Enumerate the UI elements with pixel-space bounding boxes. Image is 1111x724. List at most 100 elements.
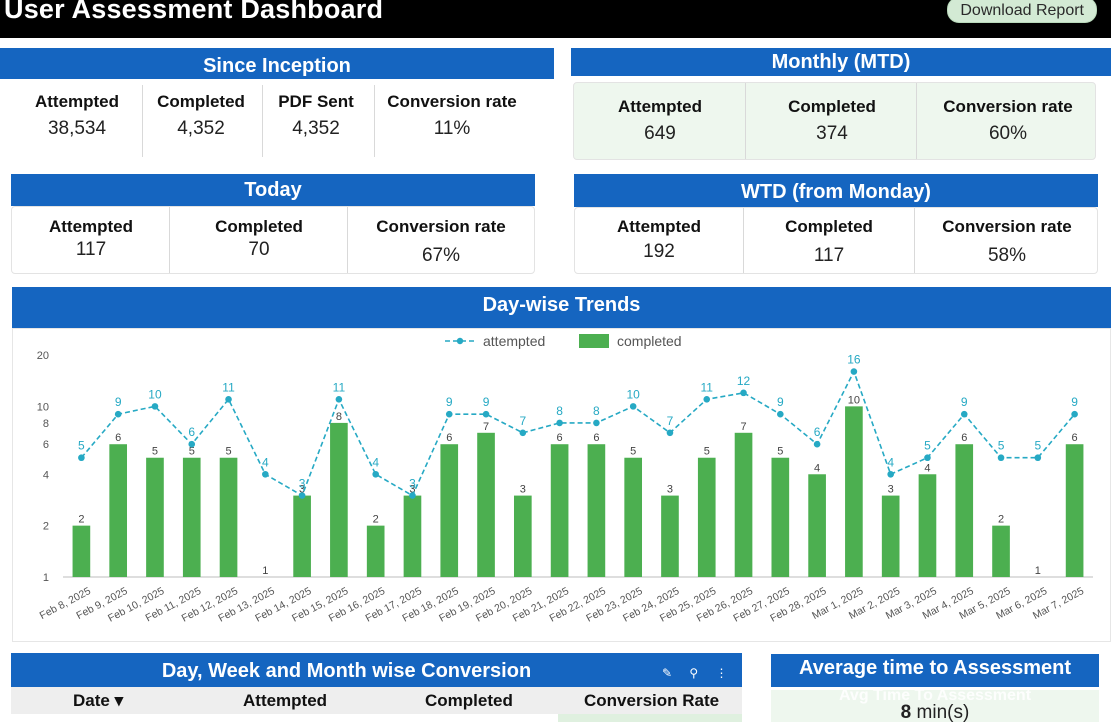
point-attempted: [335, 396, 343, 403]
metric-value: 60%: [988, 123, 1028, 144]
column-attempted[interactable]: Attempted: [243, 691, 327, 711]
point-attempted: [556, 419, 563, 427]
bar-value-label: 4: [924, 462, 930, 474]
y-tick-label: 6: [43, 439, 49, 451]
legend-completed-swatch: [579, 334, 609, 348]
since-inception-card: Attempted 38,534 Completed 4,352 PDF Sen…: [0, 79, 554, 161]
bar-value-label: 7: [483, 421, 489, 433]
table-row-highlight: [558, 714, 742, 722]
point-attempted: [262, 470, 269, 478]
bar-completed: [918, 474, 937, 577]
bar-value-label: 2: [373, 514, 379, 526]
bar-value-label: 2: [998, 514, 1004, 526]
metric-attempted: Attempted 117: [14, 217, 168, 261]
today-card: Attempted 117 Completed 70 Conversion ra…: [11, 206, 535, 274]
column-completed[interactable]: Completed: [425, 691, 513, 711]
point-attempted: [703, 396, 711, 403]
legend-attempted-marker: [456, 337, 464, 345]
conversion-table-columns: Date ▾ Attempted Completed Conversion Ra…: [11, 687, 742, 714]
divider: [743, 208, 744, 273]
point-value-label: 6: [814, 425, 821, 439]
divider: [142, 85, 143, 157]
point-value-label: 5: [1034, 439, 1041, 453]
divider: [914, 208, 915, 273]
column-date[interactable]: Date ▾: [73, 691, 123, 711]
divider: [262, 85, 263, 157]
bar-completed: [992, 525, 1010, 577]
point-attempted: [298, 492, 306, 499]
metric-value: 117: [75, 239, 107, 260]
metric-value: 4,352: [292, 118, 340, 139]
download-report-button[interactable]: Download Report: [947, 0, 1097, 23]
bar-value-label: 5: [189, 446, 195, 458]
bar-value-label: 6: [593, 432, 599, 444]
metric-attempted: Attempted 649: [584, 97, 736, 145]
point-value-label: 9: [1071, 395, 1078, 409]
bar-completed: [146, 457, 164, 577]
bar-value-label: 6: [1072, 432, 1078, 444]
bar-value-label: 1: [262, 565, 268, 577]
point-value-label: 3: [409, 477, 416, 491]
avg-time-header: Average time to Assessment: [771, 654, 1099, 687]
bar-completed: [513, 495, 532, 577]
legend-completed-label: completed: [617, 333, 682, 349]
point-value-label: 10: [148, 387, 162, 401]
point-attempted: [114, 410, 122, 418]
bar-value-label: 6: [446, 432, 452, 444]
point-attempted: [666, 429, 674, 437]
metric-attempted: Attempted 192: [579, 217, 739, 263]
bar-value-label: 4: [814, 462, 820, 474]
trends-chart-container: 1 2 4 6 8 10 20 2 6 5 5 5 1 3 8 2 3 6 7 3 6 6 5 3 5 7 5 4 10 3 4 6 2 1 6 5 9…: [12, 328, 1111, 642]
more-options-icon[interactable]: ⋮: [716, 666, 728, 680]
column-conversion-rate[interactable]: Conversion Rate: [584, 691, 719, 711]
point-value-label: 10: [626, 387, 640, 401]
point-value-label: 9: [115, 395, 122, 409]
y-tick-label: 2: [43, 521, 49, 533]
metric-attempted: Attempted 38,534: [18, 92, 136, 140]
point-attempted: [188, 440, 196, 448]
metric-label: Completed: [785, 217, 873, 236]
bar-completed: [550, 444, 569, 577]
metric-completed: Completed 374: [748, 97, 916, 145]
bar-completed: [477, 432, 495, 577]
bar-completed: [771, 457, 790, 577]
y-tick-label: 4: [43, 469, 49, 481]
point-value-label: 11: [701, 380, 714, 394]
metric-value: 374: [816, 123, 848, 144]
metric-value: 649: [644, 123, 676, 144]
bar-completed: [72, 525, 91, 577]
bar-value-label: 6: [961, 432, 967, 444]
point-value-label: 4: [887, 455, 894, 469]
metric-label: Conversion rate: [376, 217, 506, 236]
point-value-label: 7: [519, 414, 526, 428]
divider: [169, 207, 170, 273]
point-attempted: [997, 454, 1005, 462]
bar-value-label: 5: [704, 446, 710, 458]
point-value-label: 3: [299, 477, 306, 491]
metric-conversion-rate: Conversion rate 58%: [921, 217, 1093, 267]
trends-chart: 124681020265 5 5138236736 65357541034621659…: [37, 333, 1093, 625]
point-attempted: [78, 454, 85, 462]
bar-completed: [403, 495, 422, 577]
edit-icon[interactable]: ✎: [662, 666, 672, 680]
point-value-label: 11: [222, 380, 235, 394]
point-attempted: [519, 429, 527, 437]
point-attempted: [225, 396, 232, 403]
metric-value: 4,352: [177, 118, 225, 139]
metric-label: Completed: [157, 92, 245, 111]
point-value-label: 16: [847, 353, 861, 367]
point-value-label: 7: [667, 414, 674, 428]
zoom-icon[interactable]: ⚲: [689, 666, 698, 680]
point-attempted: [850, 368, 858, 375]
metric-label: Attempted: [617, 97, 703, 116]
bar-value-label: 5: [630, 446, 636, 458]
bar-completed: [734, 432, 753, 577]
metric-value: 117: [813, 245, 845, 266]
avg-time-value: 8: [900, 702, 912, 723]
bar-value-label: 3: [520, 484, 526, 496]
metric-pdf-sent: PDF Sent 4,352: [264, 92, 368, 140]
point-value-label: 4: [372, 455, 379, 469]
top-bar: User Assessment Dashboard Download Repor…: [0, 0, 1111, 38]
point-attempted: [960, 410, 968, 418]
metric-label: Attempted: [616, 217, 702, 236]
